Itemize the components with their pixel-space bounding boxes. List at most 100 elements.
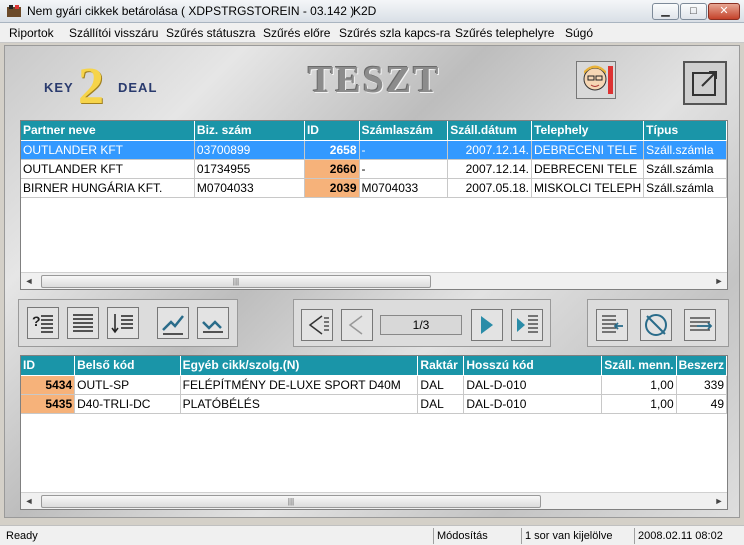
cell-szall-menn: 1,00 xyxy=(601,394,677,414)
col-szall-menn[interactable]: Száll. menn. xyxy=(601,356,677,376)
list-view-button[interactable] xyxy=(67,307,99,339)
col-item-id[interactable]: ID xyxy=(21,356,76,376)
logo-deal-text: DEAL xyxy=(118,80,158,95)
prev-page-button[interactable] xyxy=(341,309,373,341)
menu-szures-statuszra[interactable]: Szűrés státuszra xyxy=(166,26,255,40)
table-row[interactable]: OUTLANDER KFT 01734955 2660 - 2007.12.14… xyxy=(21,159,727,179)
status-mode: Módosítás xyxy=(433,528,521,544)
col-id[interactable]: ID xyxy=(304,121,360,141)
col-biz-szam[interactable]: Biz. szám xyxy=(194,121,305,141)
undo-approve-button[interactable] xyxy=(197,307,229,339)
query-list-button[interactable]: ? xyxy=(27,307,59,339)
minimize-button[interactable]: ▁ xyxy=(652,3,679,20)
col-szall-datum[interactable]: Száll.dátum xyxy=(447,121,532,141)
remove-item-button[interactable] xyxy=(640,309,672,341)
status-bar: Ready Módosítás 1 sor van kijelölve 2008… xyxy=(0,525,744,545)
cell-belso-kod: D40-TRLI-DC xyxy=(74,394,181,414)
table-row[interactable]: 5435 D40-TRLI-DC PLATÓBÉLÉS DAL DAL-D-01… xyxy=(21,394,727,414)
cell-szall-datum: 2007.12.14. xyxy=(447,159,532,179)
col-partner-neve[interactable]: Partner neve xyxy=(21,121,195,141)
list-view-icon xyxy=(73,314,93,332)
menu-szures-elore[interactable]: Szűrés előre xyxy=(263,26,330,40)
cell-szall-datum: 2007.05.18. xyxy=(447,178,532,198)
cell-id: 2039 xyxy=(304,178,360,198)
move-item-button[interactable] xyxy=(684,309,716,341)
sort-list-icon xyxy=(111,314,133,334)
cell-telephely: MISKOLCI TELEPH xyxy=(531,178,645,198)
status-datetime: 2008.02.11 08:02 xyxy=(634,528,744,544)
cell-szall-datum: 2007.12.14. xyxy=(447,140,532,160)
scroll-left-icon[interactable]: ◄ xyxy=(21,274,37,289)
add-row-icon xyxy=(602,315,623,333)
cell-partner: BIRNER HUNGÁRIA KFT. xyxy=(21,178,195,198)
cell-tipus: Száll.számla xyxy=(643,178,727,198)
last-page-button[interactable] xyxy=(511,309,543,341)
status-ready: Ready xyxy=(6,530,38,542)
approve-button[interactable] xyxy=(157,307,189,339)
scroll-right-icon[interactable]: ► xyxy=(711,494,727,509)
cell-item-id: 5435 xyxy=(21,394,76,414)
col-telephely[interactable]: Telephely xyxy=(531,121,645,141)
svg-text:?: ? xyxy=(32,313,41,329)
col-szamlaszam[interactable]: Számlaszám xyxy=(359,121,449,141)
check-icon xyxy=(162,315,184,335)
cell-biz-szam: 01734955 xyxy=(194,159,305,179)
next-page-icon xyxy=(481,316,493,334)
add-item-button[interactable] xyxy=(596,309,628,341)
col-egyeb-cikk[interactable]: Egyéb cikk/szolg.(N) xyxy=(180,356,419,376)
col-beszerz[interactable]: Beszerz xyxy=(676,356,727,376)
cell-telephely: DEBRECENI TELE xyxy=(531,159,645,179)
logo-key-text: KEY xyxy=(44,80,74,95)
app-code: K2D xyxy=(353,4,377,18)
items-hscrollbar[interactable]: ◄ ||| ► xyxy=(21,492,727,509)
cell-telephely: DEBRECENI TELE xyxy=(531,140,645,160)
cell-biz-szam: M0704033 xyxy=(194,178,305,198)
table-row[interactable]: 5434 OUTL-SP FELÉPÍTMÉNY DE-LUXE SPORT D… xyxy=(21,375,727,395)
status-selection: 1 sor van kijelölve xyxy=(521,528,634,544)
query-list-icon: ? xyxy=(32,313,53,333)
scroll-right-icon[interactable]: ► xyxy=(711,274,727,289)
exit-button[interactable] xyxy=(683,61,727,105)
menu-szures-szla-kapcs[interactable]: Szűrés szla kapcs-ra xyxy=(339,26,450,40)
table-row[interactable]: BIRNER HUNGÁRIA KFT. M0704033 2039 M0704… xyxy=(21,178,727,198)
partner-header-row: Partner neve Biz. szám ID Számlaszám Szá… xyxy=(21,121,727,141)
menu-szures-telephelyre[interactable]: Szűrés telephelyre xyxy=(455,26,554,40)
logo-digit: 2 xyxy=(78,58,104,115)
menu-bar: Riportok Szállítói visszáru Szűrés státu… xyxy=(0,23,744,43)
items-table: ID Belső kód Egyéb cikk/szolg.(N) Raktár… xyxy=(21,356,727,414)
scroll-left-icon[interactable]: ◄ xyxy=(21,494,37,509)
close-button[interactable]: ✕ xyxy=(708,3,740,20)
col-hosszu-kod[interactable]: Hosszú kód xyxy=(463,356,603,376)
cell-szamlaszam: M0704033 xyxy=(359,178,449,198)
cell-szamlaszam: - xyxy=(359,140,449,160)
key2deal-logo: KEY 2 DEAL xyxy=(40,58,170,115)
scroll-thumb[interactable]: ||| xyxy=(41,495,541,508)
partner-hscrollbar[interactable]: ◄ ||| ► xyxy=(21,272,727,289)
menu-szallitoi-visszaru[interactable]: Szállítói visszáru xyxy=(69,26,158,40)
cell-tipus: Száll.számla xyxy=(643,159,727,179)
partner-table: Partner neve Biz. szám ID Számlaszám Szá… xyxy=(21,121,727,198)
maximize-button[interactable]: □ xyxy=(680,3,707,20)
sort-list-button[interactable] xyxy=(107,307,139,339)
cell-szamlaszam: - xyxy=(359,159,449,179)
window-title: Nem gyári cikkek betárolása ( XDPSTRGSTO… xyxy=(27,4,355,18)
col-raktar[interactable]: Raktár xyxy=(417,356,465,376)
user-avatar-button[interactable] xyxy=(576,61,616,99)
cell-id: 2658 xyxy=(304,140,360,160)
menu-sugo[interactable]: Súgó xyxy=(565,26,593,40)
page-indicator: 1/3 xyxy=(380,315,462,335)
first-page-button[interactable] xyxy=(301,309,333,341)
cell-szall-menn: 1,00 xyxy=(601,375,677,395)
col-belso-kod[interactable]: Belső kód xyxy=(74,356,181,376)
remove-item-icon xyxy=(645,314,667,336)
items-grid: ID Belső kód Egyéb cikk/szolg.(N) Raktár… xyxy=(20,355,728,510)
menu-riportok[interactable]: Riportok xyxy=(9,26,54,40)
items-header-row: ID Belső kód Egyéb cikk/szolg.(N) Raktár… xyxy=(21,356,727,376)
table-row[interactable]: OUTLANDER KFT 03700899 2658 - 2007.12.14… xyxy=(21,140,727,160)
next-page-button[interactable] xyxy=(471,309,503,341)
scroll-thumb[interactable]: ||| xyxy=(41,275,431,288)
cell-egyeb-cikk: PLATÓBÉLÉS xyxy=(180,394,419,414)
app-icon xyxy=(7,5,21,17)
cell-biz-szam: 03700899 xyxy=(194,140,305,160)
col-tipus[interactable]: Típus xyxy=(643,121,727,141)
